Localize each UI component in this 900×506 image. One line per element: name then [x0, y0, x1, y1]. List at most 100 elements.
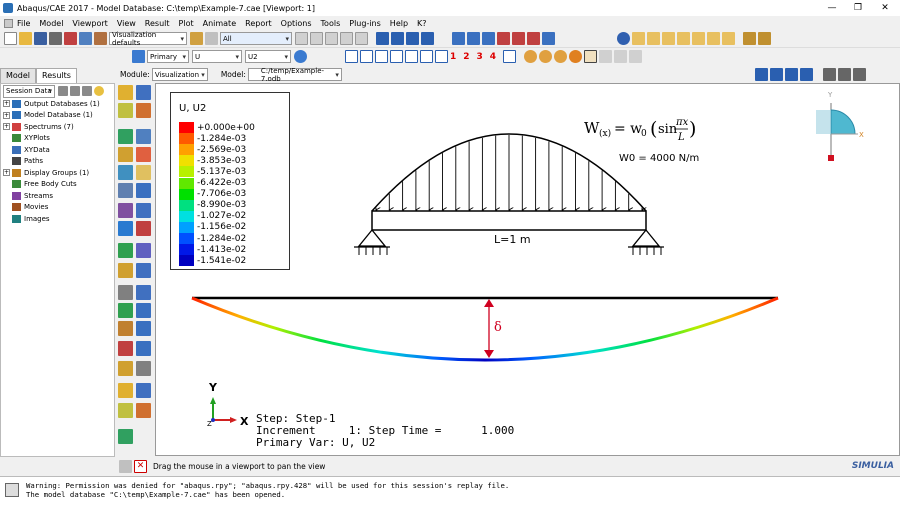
toolbox-tool-icon[interactable] — [136, 243, 151, 258]
front-view-icon[interactable] — [647, 32, 660, 45]
toolbox-tool-icon[interactable] — [118, 341, 133, 356]
toolbox-tool-icon[interactable] — [136, 203, 151, 218]
tree-collapse-icon[interactable] — [82, 86, 92, 96]
tab-model[interactable]: Model — [0, 68, 37, 83]
toolbox-tool-icon[interactable] — [118, 147, 133, 162]
layer-icon[interactable] — [190, 32, 203, 45]
left-view-icon[interactable] — [707, 32, 720, 45]
cancel-x-icon[interactable]: ✕ — [134, 459, 147, 473]
expand-icon[interactable]: + — [3, 100, 10, 108]
anim-last-icon[interactable] — [799, 68, 813, 81]
visualization-defaults-icon[interactable] — [94, 32, 107, 45]
tree-item[interactable]: XYPlots — [1, 133, 114, 145]
menu-model[interactable]: Model — [39, 19, 63, 28]
next-frame-icon[interactable] — [406, 32, 419, 45]
toolbox-tool-icon[interactable] — [118, 303, 133, 318]
select-arrow-icon[interactable] — [205, 32, 218, 45]
remove-selected-icon[interactable] — [355, 32, 368, 45]
select-box-icon[interactable] — [295, 32, 308, 45]
display-group-icon[interactable] — [340, 32, 353, 45]
top-view-icon[interactable] — [677, 32, 690, 45]
menu-report[interactable]: Report — [245, 19, 272, 28]
toolbox-tool-icon[interactable] — [136, 183, 151, 198]
first-frame-icon[interactable] — [376, 32, 389, 45]
tree-item[interactable]: Free Body Cuts — [1, 179, 114, 191]
toolbox-tool-icon[interactable] — [136, 129, 151, 144]
toolbox-tool-icon[interactable] — [136, 103, 151, 118]
cycle-views-icon[interactable] — [542, 32, 555, 45]
expand-icon[interactable]: + — [3, 123, 10, 131]
toolbox-tool-icon[interactable] — [136, 403, 151, 418]
redo-icon[interactable] — [614, 50, 628, 63]
cycle-icon[interactable] — [629, 50, 643, 63]
toolbox-tool-icon[interactable] — [136, 303, 151, 318]
visualization-defaults-combo[interactable]: Visualization defaults — [109, 31, 187, 47]
maximize-button[interactable]: ❐ — [846, 0, 870, 16]
csys-2-icon[interactable] — [360, 50, 373, 63]
save-icon[interactable] — [34, 32, 47, 45]
menu-view[interactable]: View — [117, 19, 136, 28]
pan-icon[interactable] — [452, 32, 465, 45]
rotate-icon[interactable] — [467, 32, 480, 45]
toolbox-tool-icon[interactable] — [118, 103, 133, 118]
toolbox-tool-icon[interactable] — [136, 321, 151, 336]
query-cursor-icon[interactable] — [584, 50, 598, 63]
selection-filter-combo[interactable]: All — [220, 32, 292, 45]
camera-settings-icon[interactable] — [837, 68, 851, 81]
refresh-icon[interactable] — [294, 50, 307, 63]
toolbox-tool-icon[interactable] — [136, 263, 151, 278]
toolbox-tool-icon[interactable] — [118, 129, 133, 144]
toolbox-tool-icon[interactable] — [118, 183, 133, 198]
toolbox-tool-icon[interactable] — [118, 361, 133, 376]
menu-plugins[interactable]: Plug-ins — [349, 19, 381, 28]
view-4-button[interactable]: 4 — [490, 52, 496, 62]
view-1-button[interactable]: 1 — [450, 52, 456, 62]
toolbox-tool-icon[interactable] — [118, 403, 133, 418]
anim-prev-icon[interactable] — [769, 68, 783, 81]
tree-expand-icon[interactable] — [70, 86, 80, 96]
toolbox-tool-icon[interactable] — [136, 341, 151, 356]
session-data-combo[interactable]: Session Data — [3, 84, 55, 98]
tree-item[interactable]: + Model Database (1) — [1, 110, 114, 122]
window-menu-icon[interactable] — [4, 18, 13, 28]
toolbox-tool-icon[interactable] — [118, 383, 133, 398]
render-3-icon[interactable] — [554, 50, 568, 63]
menu-tools[interactable]: Tools — [321, 19, 341, 28]
import-icon[interactable] — [64, 32, 77, 45]
field-output-icon[interactable] — [132, 50, 145, 63]
anim-first-icon[interactable] — [754, 68, 768, 81]
primary-combo[interactable]: Primary — [147, 50, 189, 63]
anim-next-icon[interactable] — [784, 68, 798, 81]
toolbox-tool-icon[interactable] — [136, 383, 151, 398]
print-icon[interactable] — [49, 32, 62, 45]
tree-item[interactable]: Movies — [1, 202, 114, 214]
undo-icon[interactable] — [599, 50, 613, 63]
toolbox-tool-icon[interactable] — [118, 285, 133, 300]
previous-frame-icon[interactable] — [391, 32, 404, 45]
last-frame-icon[interactable] — [421, 32, 434, 45]
toolbox-tool-icon[interactable] — [136, 165, 151, 180]
csys-3-icon[interactable] — [375, 50, 388, 63]
view-3-button[interactable]: 3 — [477, 52, 483, 62]
select-polygon-icon[interactable] — [310, 32, 323, 45]
context-help-icon[interactable]: K? — [417, 19, 427, 28]
menu-result[interactable]: Result — [145, 19, 170, 28]
toolbox-tool-icon[interactable] — [136, 85, 151, 100]
info-icon[interactable] — [617, 32, 630, 45]
toolbar-extra-icon[interactable] — [743, 32, 756, 45]
render-2-icon[interactable] — [539, 50, 553, 63]
tree-item[interactable]: XYData — [1, 144, 114, 156]
tree-item[interactable]: + Spectrums (7) — [1, 121, 114, 133]
tree-item[interactable]: Paths — [1, 156, 114, 168]
menu-file[interactable]: File — [17, 19, 30, 28]
view-2-button[interactable]: 2 — [463, 52, 469, 62]
menu-animate[interactable]: Animate — [203, 19, 237, 28]
toolbox-tool-icon[interactable] — [118, 429, 133, 444]
expand-icon[interactable]: + — [3, 169, 10, 177]
tree-item[interactable]: Images — [1, 213, 114, 225]
toolbox-tool-icon[interactable] — [136, 221, 151, 236]
movie-record-icon[interactable] — [852, 68, 866, 81]
toolbox-tool-icon[interactable] — [136, 285, 151, 300]
csys-6-icon[interactable] — [420, 50, 433, 63]
magnify-icon[interactable] — [482, 32, 495, 45]
